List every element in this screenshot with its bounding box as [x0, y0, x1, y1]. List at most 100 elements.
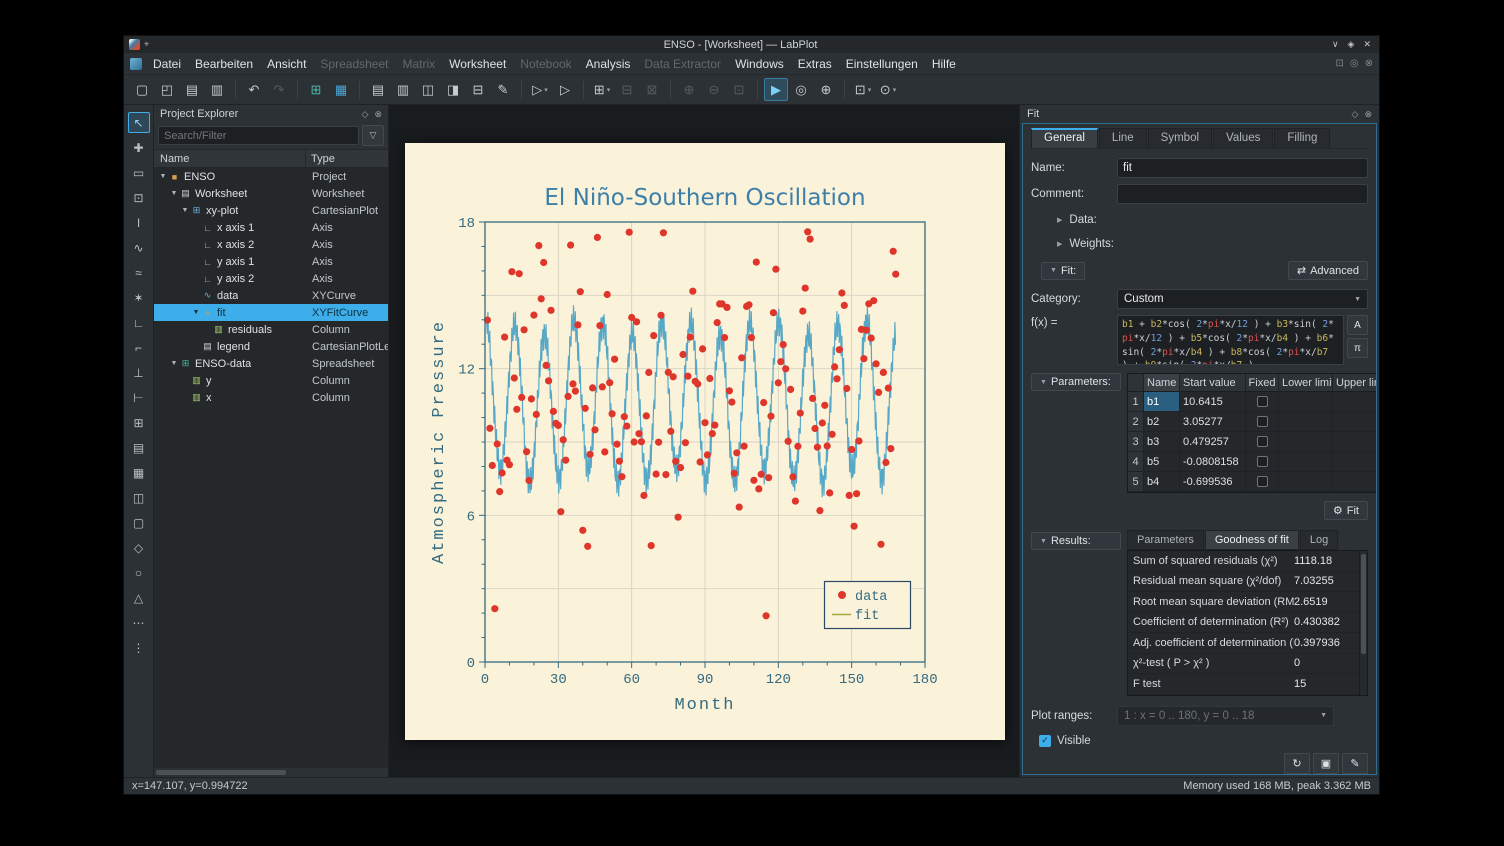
y-axis-title[interactable]: Atmospheric Pressure — [430, 320, 449, 564]
param-upper-limit-cell[interactable] — [1333, 392, 1377, 411]
menu-analysis[interactable]: Analysis — [579, 55, 638, 73]
crosshair-mode-button[interactable]: ⊕ — [814, 78, 838, 101]
param-lower-limit-cell[interactable] — [1279, 412, 1333, 431]
param-column-header-Start value[interactable]: Start value — [1180, 374, 1246, 391]
tree-item-ENSO[interactable]: ▼■ENSOProject — [154, 168, 388, 185]
menu-worksheet[interactable]: Worksheet — [442, 55, 513, 73]
insert-row-above-button[interactable]: ▤ — [366, 78, 390, 101]
param-lower-limit-cell[interactable] — [1279, 432, 1333, 451]
goodness-of-fit-table[interactable]: Sum of squared residuals (χ²)1118.18Resi… — [1127, 550, 1368, 696]
axis-bottom-tool[interactable]: ⊥ — [128, 362, 150, 383]
param-row[interactable]: 2b23.05277 — [1128, 412, 1377, 432]
fixed-checkbox[interactable] — [1257, 416, 1268, 427]
select-tool[interactable]: ↖ — [128, 112, 150, 133]
tree-item-x[interactable]: ▥xColumn — [154, 389, 388, 406]
run-fit-button[interactable]: ⚙ Fit — [1324, 501, 1368, 520]
scrollbar-thumb[interactable] — [156, 770, 286, 775]
print-preview-button[interactable]: ▥ — [205, 78, 229, 101]
filter-button[interactable]: ▽ — [362, 125, 384, 146]
shade-window-icon[interactable]: ∨ — [1332, 39, 1339, 50]
tree-item-x-axis-2[interactable]: ∟x axis 2Axis — [154, 236, 388, 253]
remove-rows-button[interactable]: ⊟ — [466, 78, 490, 101]
results-tab-log[interactable]: Log — [1300, 530, 1338, 550]
category-combobox[interactable]: Custom ▼ — [1117, 289, 1368, 309]
text-label-tool[interactable]: I — [128, 212, 150, 233]
param-name-cell[interactable]: b1 — [1144, 392, 1180, 411]
tab-general[interactable]: General — [1031, 128, 1098, 148]
tree-column-header[interactable]: Name Type — [154, 149, 388, 168]
add-layout-button[interactable]: ⊞▾ — [590, 78, 614, 101]
fixed-checkbox[interactable] — [1257, 456, 1268, 467]
shape-tool[interactable]: ◇ — [128, 537, 150, 558]
insert-function-button[interactable]: A — [1347, 315, 1368, 335]
param-name-cell[interactable]: b5 — [1144, 452, 1180, 471]
tree-item-y[interactable]: ▥yColumn — [154, 372, 388, 389]
menu-einstellungen[interactable]: Einstellungen — [839, 55, 925, 73]
tab-filling[interactable]: Filling — [1274, 128, 1330, 148]
recalculate-button[interactable]: ↻ — [1284, 753, 1310, 774]
results-scrollbar[interactable] — [1359, 551, 1367, 695]
param-start-value-cell[interactable]: 0.479257 — [1180, 432, 1246, 451]
fixed-checkbox[interactable] — [1257, 436, 1268, 447]
float-dock-icon[interactable]: ◇ — [1352, 109, 1359, 120]
print-button[interactable]: ▤ — [180, 78, 204, 101]
axis-left-tool[interactable]: ∟ — [128, 312, 150, 333]
param-upper-limit-cell[interactable] — [1333, 432, 1377, 451]
plot-title[interactable]: El Niño-Southern Oscillation — [544, 185, 865, 211]
insert-row-below-button[interactable]: ▥ — [391, 78, 415, 101]
expand-arrow-icon[interactable]: ▼ — [158, 173, 168, 180]
fixed-checkbox[interactable] — [1257, 396, 1268, 407]
datapicker-point-button[interactable]: ▷ — [553, 78, 577, 101]
menu-ansicht[interactable]: Ansicht — [260, 55, 313, 73]
param-start-value-cell[interactable]: -0.0808158 — [1180, 452, 1246, 471]
xy-curve-tool[interactable]: ∿ — [128, 237, 150, 258]
tree-item-Worksheet[interactable]: ▼▤WorksheetWorksheet — [154, 185, 388, 202]
param-column-header-Upper limit[interactable]: Upper limit — [1333, 374, 1377, 391]
results-tab-parameters[interactable]: Parameters — [1127, 530, 1204, 550]
tree-item-xy-plot[interactable]: ▼⊞xy-plotCartesianPlot — [154, 202, 388, 219]
fixed-checkbox[interactable] — [1257, 476, 1268, 487]
menu-datei[interactable]: Datei — [146, 55, 188, 73]
float-panel-icon[interactable]: ◇ — [362, 109, 369, 120]
tree-item-y-axis-1[interactable]: ∟y axis 1Axis — [154, 253, 388, 270]
expand-arrow-icon[interactable]: ▼ — [180, 207, 190, 214]
visible-checkbox[interactable]: ✓ — [1039, 735, 1051, 747]
weights-section-toggle[interactable]: ▶ Weights: — [1057, 238, 1368, 250]
expand-arrow-icon[interactable]: ▼ — [169, 360, 179, 367]
undo-button[interactable]: ↶ — [242, 78, 266, 101]
param-lower-limit-cell[interactable] — [1279, 472, 1333, 491]
param-column-header-Name[interactable]: Name — [1144, 374, 1180, 391]
tab-values[interactable]: Values — [1213, 128, 1273, 148]
new-spreadsheet-button[interactable]: ▦ — [329, 78, 353, 101]
project-tree[interactable]: ▼■ENSOProject▼▤WorksheetWorksheet▼⊞xy-pl… — [154, 168, 388, 767]
name-field[interactable] — [1117, 158, 1368, 178]
param-name-cell[interactable]: b2 — [1144, 412, 1180, 431]
zoom-xy-tool[interactable]: ⊡ — [128, 187, 150, 208]
navigate-mode-button[interactable]: ▶ — [764, 78, 788, 101]
tree-item-y-axis-2[interactable]: ∟y axis 2Axis — [154, 270, 388, 287]
parameters-table[interactable]: NameStart valueFixedLower limitUpper lim… — [1127, 373, 1377, 493]
param-lower-limit-cell[interactable] — [1279, 392, 1333, 411]
param-name-cell[interactable]: b3 — [1144, 432, 1180, 451]
param-fixed-cell[interactable] — [1246, 452, 1279, 471]
pan-tool[interactable]: ✚ — [128, 137, 150, 158]
plot-area-tool[interactable]: ⊞ — [128, 412, 150, 433]
tree-item-legend[interactable]: ▤legendCartesianPlotLegend — [154, 338, 388, 355]
insert-column-right-button[interactable]: ◨ — [441, 78, 465, 101]
column-header-name[interactable]: Name — [154, 150, 306, 167]
advanced-button[interactable]: ⇄ Advanced — [1288, 261, 1368, 280]
tree-item-ENSO-data[interactable]: ▼⊞ENSO-dataSpreadsheet — [154, 355, 388, 372]
close-window-icon[interactable]: ✕ — [1363, 39, 1371, 50]
parameters-section-toggle[interactable]: ▼ Parameters: — [1031, 373, 1121, 391]
param-row[interactable]: 3b30.479257 — [1128, 432, 1377, 452]
param-fixed-cell[interactable] — [1246, 412, 1279, 431]
spreadsheet-tool[interactable]: ▦ — [128, 462, 150, 483]
param-row[interactable]: 5b4-0.699536 — [1128, 472, 1377, 492]
param-upper-limit-cell[interactable] — [1333, 472, 1377, 491]
plot-ranges-combobox[interactable]: 1 : x = 0 .. 180, y = 0 .. 18 ▼ — [1117, 706, 1334, 726]
zoom-mode-combo[interactable]: ⊡▾ — [851, 78, 875, 101]
param-upper-limit-cell[interactable] — [1333, 452, 1377, 471]
overflow-tools[interactable]: ⋮ — [128, 637, 150, 658]
param-lower-limit-cell[interactable] — [1279, 452, 1333, 471]
scrollbar-thumb[interactable] — [1361, 554, 1366, 654]
